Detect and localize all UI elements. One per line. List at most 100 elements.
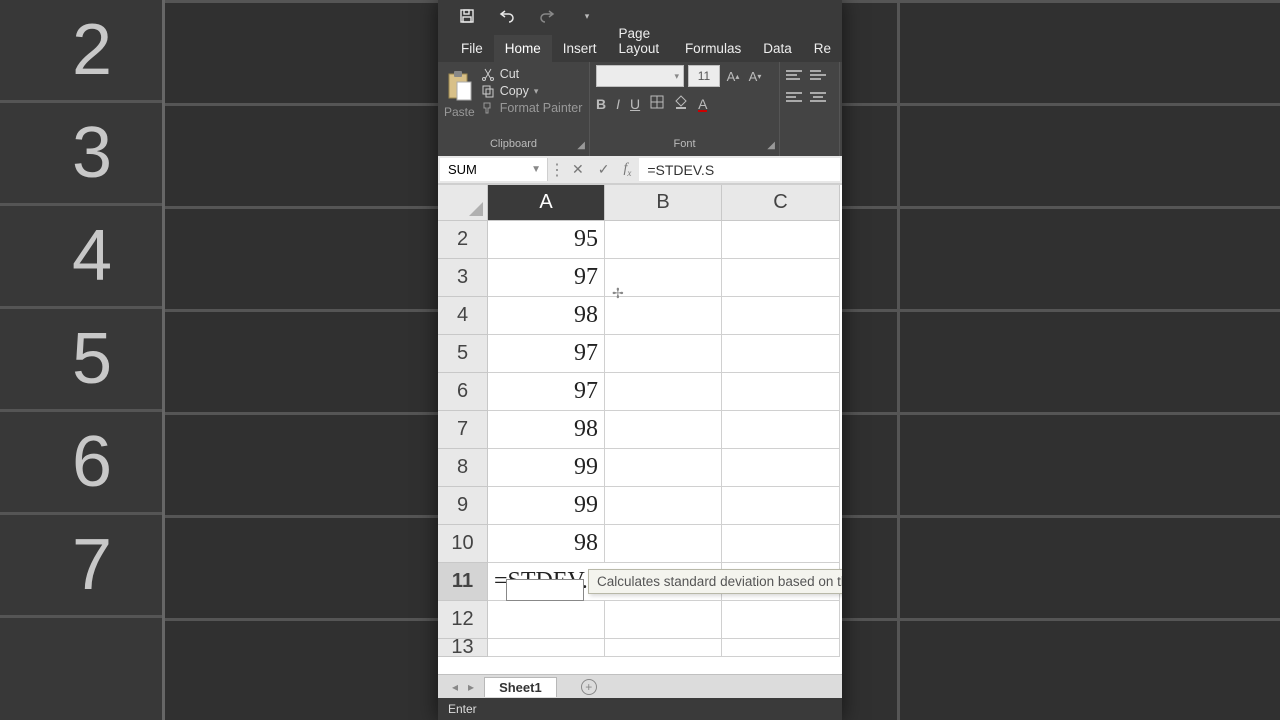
clipboard-launcher-icon[interactable]: ◢ <box>577 140 585 151</box>
cut-button[interactable]: Cut <box>481 67 583 81</box>
redo-icon[interactable] <box>538 7 556 25</box>
font-color-button[interactable]: A <box>698 96 707 112</box>
row-header[interactable]: 9 <box>438 487 488 525</box>
borders-button[interactable] <box>650 95 664 112</box>
row-header[interactable]: 5 <box>438 335 488 373</box>
increase-font-icon[interactable]: A▴ <box>724 66 742 86</box>
cell-C3[interactable] <box>722 259 840 297</box>
tab-home[interactable]: Home <box>494 35 552 62</box>
bold-button[interactable]: B <box>596 96 606 112</box>
cancel-formula-icon[interactable]: ✕ <box>572 161 584 178</box>
align-top-icon[interactable] <box>786 70 802 82</box>
cell-C12[interactable] <box>722 601 840 639</box>
cell-B7[interactable] <box>605 411 722 449</box>
cell-A13[interactable] <box>488 639 605 657</box>
customize-qat-icon[interactable]: ▾ <box>578 7 596 25</box>
cell-C4[interactable] <box>722 297 840 335</box>
font-name-select[interactable]: ▾ <box>596 65 684 87</box>
save-icon[interactable] <box>458 7 476 25</box>
cell-A9[interactable]: 99 <box>488 487 605 525</box>
cell-A8[interactable]: 99 <box>488 449 605 487</box>
italic-button[interactable]: I <box>616 96 620 112</box>
grid-row: 999 <box>438 487 842 525</box>
cell-C5[interactable] <box>722 335 840 373</box>
grid-row: 13 <box>438 639 842 657</box>
row-header[interactable]: 12 <box>438 601 488 639</box>
copy-button[interactable]: Copy ▾ <box>481 84 583 98</box>
cell-C9[interactable] <box>722 487 840 525</box>
function-autocomplete-box[interactable] <box>506 579 584 601</box>
cell-B13[interactable] <box>605 639 722 657</box>
cell-A5[interactable]: 97 <box>488 335 605 373</box>
cell-B3[interactable] <box>605 259 722 297</box>
name-box[interactable]: SUM ▼ <box>440 158 548 181</box>
bg-row-6: 6 <box>0 412 162 515</box>
cell-B4[interactable] <box>605 297 722 335</box>
select-all-button[interactable] <box>438 185 488 221</box>
col-header-C[interactable]: C <box>722 185 840 221</box>
tab-formulas[interactable]: Formulas <box>674 35 752 62</box>
row-header[interactable]: 10 <box>438 525 488 563</box>
tab-insert[interactable]: Insert <box>552 35 608 62</box>
decrease-font-icon[interactable]: A▾ <box>746 66 764 86</box>
cell-A7[interactable]: 98 <box>488 411 605 449</box>
cell-B2[interactable] <box>605 221 722 259</box>
enter-formula-icon[interactable]: ✓ <box>598 161 610 178</box>
name-box-dropdown-icon[interactable]: ▼ <box>531 164 541 175</box>
tab-data[interactable]: Data <box>752 35 803 62</box>
grid-row: 597 <box>438 335 842 373</box>
cell-A3[interactable]: 97 <box>488 259 605 297</box>
add-sheet-button[interactable]: + <box>581 679 597 695</box>
col-header-B[interactable]: B <box>605 185 722 221</box>
font-launcher-icon[interactable]: ◢ <box>767 140 775 151</box>
sheet-nav-prev-icon[interactable]: ◂ <box>452 680 458 694</box>
undo-icon[interactable] <box>498 7 516 25</box>
row-header[interactable]: 7 <box>438 411 488 449</box>
grid-row: 397 <box>438 259 842 297</box>
cell-B5[interactable] <box>605 335 722 373</box>
row-header[interactable]: 2 <box>438 221 488 259</box>
cell-C6[interactable] <box>722 373 840 411</box>
worksheet-grid[interactable]: A B C 295397498597697798899999109811=STD… <box>438 184 842 674</box>
underline-button[interactable]: U <box>630 96 640 112</box>
cell-C10[interactable] <box>722 525 840 563</box>
row-header[interactable]: 8 <box>438 449 488 487</box>
row-header[interactable]: 11 <box>438 563 488 601</box>
cell-B9[interactable] <box>605 487 722 525</box>
grid-row: 12 <box>438 601 842 639</box>
cell-C13[interactable] <box>722 639 840 657</box>
row-header[interactable]: 3 <box>438 259 488 297</box>
format-painter-button[interactable]: Format Painter <box>481 101 583 115</box>
insert-function-icon[interactable]: fx <box>623 161 631 178</box>
paste-icon[interactable] <box>444 69 474 103</box>
tab-file[interactable]: File <box>450 35 494 62</box>
align-left-icon[interactable] <box>786 92 802 104</box>
cell-A12[interactable] <box>488 601 605 639</box>
cell-C7[interactable] <box>722 411 840 449</box>
font-size-select[interactable]: 11 <box>688 65 720 87</box>
formula-bar-row: SUM ▼ ⋮ ✕ ✓ fx =STDEV.S <box>438 156 842 184</box>
col-header-A[interactable]: A <box>488 185 605 221</box>
fill-color-button[interactable] <box>674 95 688 112</box>
row-header[interactable]: 4 <box>438 297 488 335</box>
formula-bar-input[interactable]: =STDEV.S <box>639 158 840 181</box>
cell-A10[interactable]: 98 <box>488 525 605 563</box>
cell-B6[interactable] <box>605 373 722 411</box>
cell-C2[interactable] <box>722 221 840 259</box>
sheet-tab-sheet1[interactable]: Sheet1 <box>484 677 557 697</box>
cell-B10[interactable] <box>605 525 722 563</box>
cell-B12[interactable] <box>605 601 722 639</box>
tab-review-partial[interactable]: Re <box>803 35 842 62</box>
cell-A4[interactable]: 98 <box>488 297 605 335</box>
align-center-icon[interactable] <box>810 92 826 104</box>
ribbon-tabs: File Home Insert Page Layout Formulas Da… <box>438 32 842 62</box>
cell-C8[interactable] <box>722 449 840 487</box>
cell-B8[interactable] <box>605 449 722 487</box>
cell-A2[interactable]: 95 <box>488 221 605 259</box>
row-header[interactable]: 13 <box>438 639 488 657</box>
cell-A6[interactable]: 97 <box>488 373 605 411</box>
sheet-nav-next-icon[interactable]: ▸ <box>468 680 474 694</box>
align-middle-icon[interactable] <box>810 70 826 82</box>
tab-page-layout[interactable]: Page Layout <box>608 20 674 62</box>
row-header[interactable]: 6 <box>438 373 488 411</box>
